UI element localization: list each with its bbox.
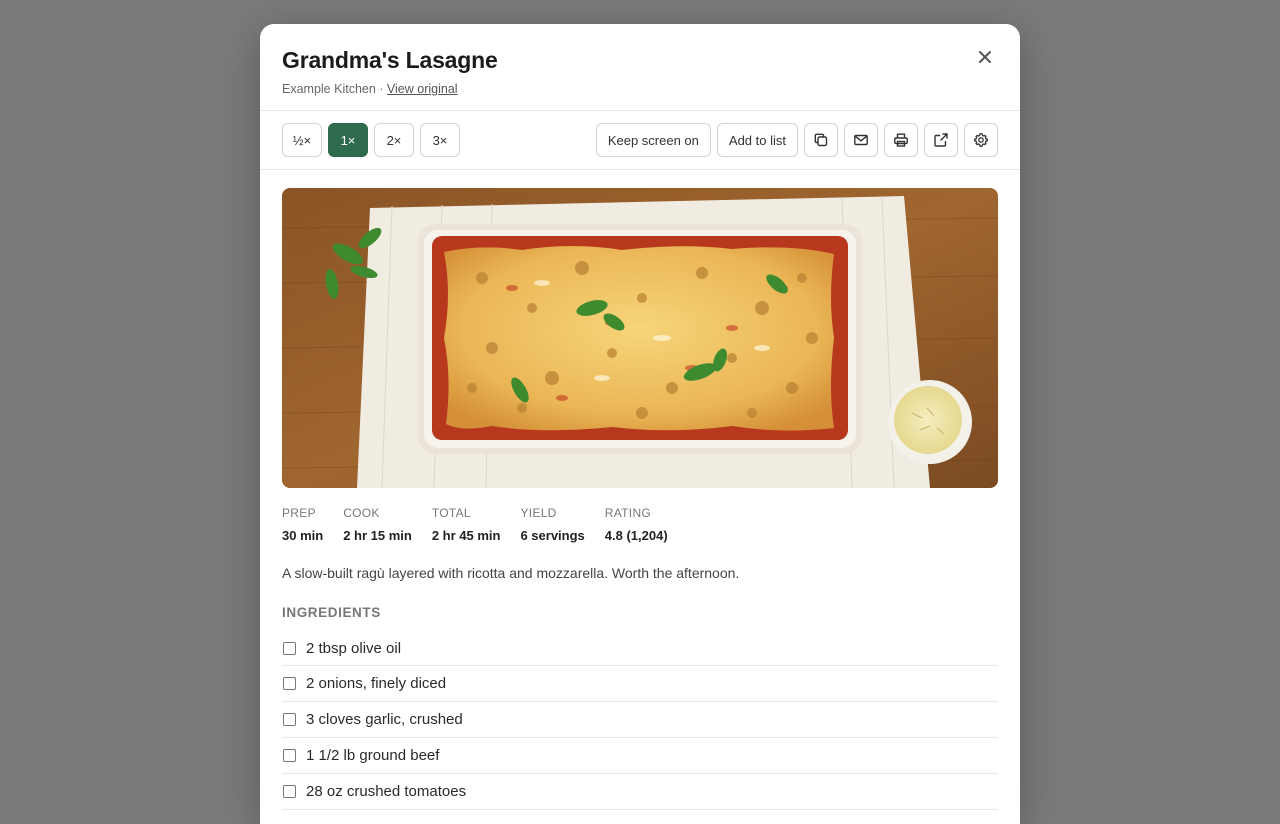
ingredient-checkbox[interactable]	[283, 749, 296, 762]
stat-value: 2 hr 45 min	[431, 528, 501, 543]
add-to-list-button[interactable]: Add to list	[716, 123, 798, 157]
recipe-stats: PREP 30 min COOK 2 hr 15 min TOTAL 2 hr …	[282, 506, 998, 543]
ingredient-checkbox[interactable]	[283, 785, 296, 798]
scale-half-button[interactable]: ½×	[282, 123, 322, 157]
stat-value: 2 hr 15 min	[343, 528, 412, 543]
stat-yield: YIELD 6 servings	[520, 506, 584, 543]
recipe-description: A slow-built ragù layered with ricotta a…	[282, 565, 740, 581]
recipe-title: Grandma's Lasagne	[282, 47, 498, 73]
stat-prep: PREP 30 min	[282, 506, 323, 543]
ingredients-list: 2 tbsp olive oil 2 onions, finely diced …	[282, 632, 998, 810]
stat-label: RATING	[604, 506, 652, 520]
recipe-source: Example Kitchen	[282, 82, 376, 96]
close-icon[interactable]	[974, 46, 996, 68]
print-icon	[894, 133, 908, 147]
recipe-modal: Grandma's Lasagne Example Kitchen · View…	[260, 24, 1020, 824]
recipe-photo	[282, 188, 998, 488]
ingredient-text: 2 tbsp olive oil	[306, 640, 402, 657]
scale-2x-button[interactable]: 2×	[374, 123, 414, 157]
keep-screen-on-button[interactable]: Keep screen on	[595, 123, 711, 157]
ingredient-text: 1 1/2 lb ground beef	[306, 747, 440, 764]
source-separator: ·	[375, 82, 387, 96]
copy-icon	[814, 133, 828, 147]
view-original-link[interactable]: View original	[387, 82, 458, 96]
stat-label: PREP	[282, 506, 316, 520]
ingredient-text: 3 cloves garlic, crushed	[306, 711, 463, 728]
modal-content: PREP 30 min COOK 2 hr 15 min TOTAL 2 hr …	[260, 170, 1020, 810]
ingredient-item[interactable]: 28 oz crushed tomatoes	[282, 774, 998, 810]
stat-value: 6 servings	[520, 528, 585, 543]
stat-label: COOK	[343, 506, 380, 520]
email-button[interactable]	[844, 123, 878, 157]
ingredient-item[interactable]: 1 1/2 lb ground beef	[282, 738, 998, 774]
settings-button[interactable]	[964, 123, 998, 157]
ingredient-item[interactable]: 3 cloves garlic, crushed	[282, 702, 998, 738]
mail-icon	[854, 134, 868, 146]
ingredient-item[interactable]: 2 onions, finely diced	[282, 666, 998, 702]
ingredient-item[interactable]: 2 tbsp olive oil	[282, 632, 998, 666]
gear-icon	[973, 132, 989, 148]
stat-label: YIELD	[520, 506, 557, 520]
stat-cook: COOK 2 hr 15 min	[343, 506, 412, 543]
stat-value: 4.8 (1,204)	[604, 528, 668, 543]
stat-label: TOTAL	[431, 506, 471, 520]
ingredient-text: 28 oz crushed tomatoes	[306, 783, 467, 800]
stat-total: TOTAL 2 hr 45 min	[432, 506, 501, 543]
stat-value: 30 min	[282, 528, 324, 543]
modal-header: Grandma's Lasagne Example Kitchen · View…	[260, 24, 1020, 111]
print-button[interactable]	[884, 123, 918, 157]
recipe-toolbar: ½× 1× 2× 3× Keep screen on Add to list	[260, 111, 1020, 170]
stat-rating: RATING 4.8 (1,204)	[605, 506, 668, 543]
ingredient-text: 2 onions, finely diced	[306, 675, 447, 692]
scale-1x-button[interactable]: 1×	[328, 123, 368, 157]
recipe-source-line: Example Kitchen · View original	[282, 82, 998, 96]
ingredient-checkbox[interactable]	[283, 642, 296, 655]
copy-button[interactable]	[804, 123, 838, 157]
ingredient-checkbox[interactable]	[283, 713, 296, 726]
ingredients-heading: INGREDIENTS	[282, 605, 381, 620]
external-link-icon	[934, 133, 948, 147]
scale-3x-button[interactable]: 3×	[420, 123, 460, 157]
ingredient-checkbox[interactable]	[283, 677, 296, 690]
open-external-button[interactable]	[924, 123, 958, 157]
